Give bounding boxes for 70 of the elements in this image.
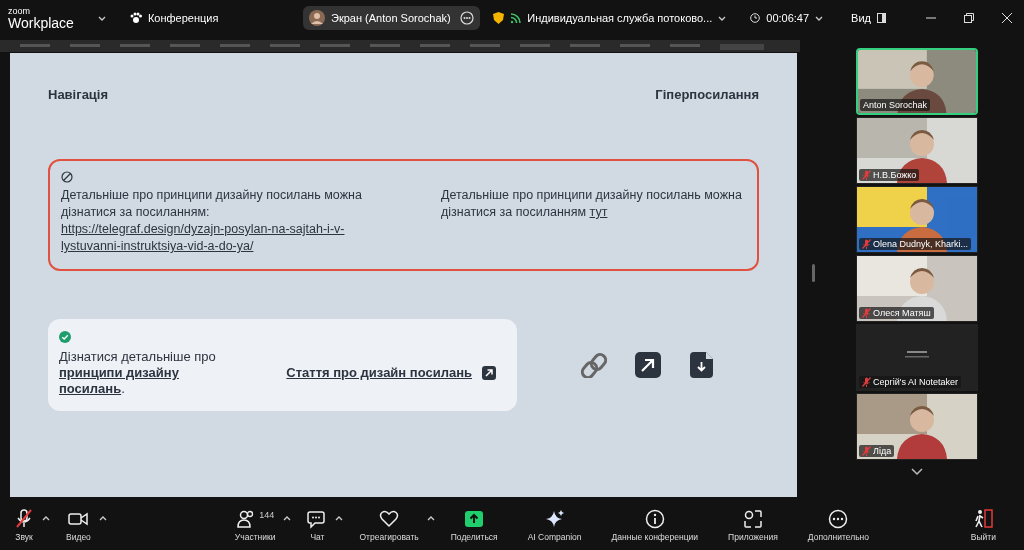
caret-icon[interactable] <box>97 14 106 22</box>
caret-icon[interactable] <box>815 14 824 22</box>
caret-icon[interactable] <box>283 514 292 522</box>
clock-icon <box>750 13 761 23</box>
share-screen-icon <box>464 508 485 529</box>
signal-icon <box>510 12 522 24</box>
paragraph: Детальніше про принципи дизайну посилань можна дізнатися за посиланням: https://telegraf.design/dyzajn-posylan-na-sajtah-i-v-lystuvanni-instruktsiya-vid-a-do-ya/ <box>61 187 401 255</box>
video-tile[interactable]: Ліда <box>856 393 978 460</box>
apps-icon <box>742 508 763 529</box>
video-tile[interactable]: Olena Dudnyk, Kharki... <box>856 186 978 253</box>
toolbar-button[interactable]: Данные конференции <box>607 506 703 544</box>
paragraph: Детальніше про принципи дизайну посилань можна дізнатися за посиланням тут <box>441 187 743 223</box>
caret-icon[interactable] <box>718 14 727 22</box>
paragraph: Дізнатися детальніше про принципи дизайну посилань. <box>59 349 217 397</box>
chain-icon <box>581 352 607 378</box>
close-icon[interactable] <box>1002 13 1012 23</box>
participant-name: Сергій's AI Notetaker <box>873 377 959 387</box>
prohibited-icon <box>61 171 73 183</box>
toolbar-button[interactable]: Приложения <box>724 506 782 544</box>
paw-icon[interactable] <box>129 12 142 24</box>
link[interactable]: https://telegraf.design/dyzajn-posylan-na-sajtah-i-v-lystuvanni-instruktsiya-vid-a-do-ya/ <box>61 221 401 255</box>
video-tile[interactable]: Н.В.Божко <box>856 117 978 184</box>
brand-text: Workplace <box>8 15 74 30</box>
brand-text: zoom <box>8 6 31 16</box>
video-tile[interactable]: Сергій's AI Notetaker <box>856 324 978 391</box>
link[interactable]: тут <box>589 204 608 221</box>
toolbar-button[interactable]: Поделиться <box>446 506 502 544</box>
chevron-down-icon[interactable] <box>911 468 923 476</box>
toolbar-button[interactable]: AI Companion <box>523 506 586 544</box>
shield-icon <box>493 12 505 24</box>
participant-name: Olena Dudnyk, Kharki... <box>873 239 969 249</box>
exit-icon <box>973 508 994 529</box>
caret-icon[interactable] <box>426 514 435 522</box>
restore-icon[interactable] <box>964 13 974 23</box>
participant-name: Н.В.Божко <box>873 170 917 180</box>
more-icon <box>828 508 849 529</box>
caret-icon[interactable] <box>335 514 344 522</box>
participant-name: Олеся Матяш <box>873 308 931 318</box>
stream-label[interactable]: Индивидуальная служба потоково... <box>527 12 713 24</box>
chat-icon <box>307 508 328 529</box>
view-menu[interactable]: Вид <box>851 12 871 24</box>
toolbar-button[interactable]: Звук <box>10 506 38 544</box>
toolbar-button[interactable]: Чат <box>303 506 332 544</box>
file-download-icon <box>689 352 715 378</box>
video-tile[interactable]: Anton Sorochak <box>856 48 978 115</box>
external-link-icon[interactable] <box>482 366 496 380</box>
video-tile[interactable]: Олеся Матяш <box>856 255 978 322</box>
toolbar-button[interactable]: 144 Участники <box>230 506 280 544</box>
slide-heading: Навігація <box>48 87 109 102</box>
toolbar-button[interactable]: Видео <box>62 506 95 544</box>
check-icon <box>59 331 71 343</box>
avatar-icon <box>309 10 325 26</box>
timer-text: 00:06:47 <box>766 12 810 24</box>
participant-count: 144 <box>259 509 275 520</box>
grid-icon[interactable] <box>877 13 886 23</box>
heart-icon <box>379 508 400 529</box>
share-indicator[interactable]: Экран (Anton Sorochak) <box>303 6 480 30</box>
menu-label[interactable]: Конференция <box>147 12 219 24</box>
toolbar-button[interactable]: Выйти <box>966 506 1000 544</box>
participant-name: Anton Sorochak <box>863 100 928 110</box>
link[interactable]: Стаття про дизайн посилань <box>286 365 472 381</box>
info-icon <box>644 508 665 529</box>
slide-heading: Гіперпосилання <box>655 87 759 102</box>
more-icon[interactable] <box>460 11 474 25</box>
participant-name: Ліда <box>873 446 892 456</box>
toolbar-button[interactable]: Отреагировать <box>355 506 423 544</box>
caret-icon[interactable] <box>98 514 107 522</box>
resize-handle[interactable] <box>812 264 815 282</box>
toolbar-button[interactable]: Дополнительно <box>803 506 873 544</box>
caret-icon[interactable] <box>42 514 50 522</box>
